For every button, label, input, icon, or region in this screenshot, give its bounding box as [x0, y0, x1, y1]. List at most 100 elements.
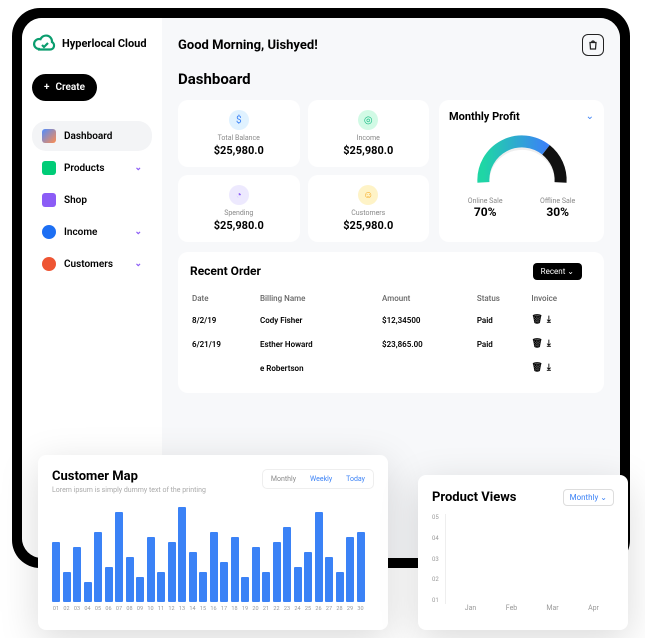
bar: [262, 572, 270, 602]
pv-xaxis: JanFebMarApr: [450, 604, 614, 612]
download-icon[interactable]: ⤓: [547, 315, 551, 325]
bar: [304, 552, 312, 602]
cloud-logo-icon: [32, 32, 56, 56]
product-views-title: Product Views: [432, 490, 516, 505]
col-date: Date: [192, 290, 258, 307]
bar: [241, 577, 249, 602]
split-value: 30%: [540, 205, 575, 219]
nav-label: Customers: [64, 259, 113, 270]
stat-spending: ◔ Spending $25,980.0: [178, 175, 300, 242]
recent-orders-card: Recent Order Recent ⌄ Date Billing Name …: [178, 252, 604, 393]
profit-title: Monthly Profit: [449, 110, 520, 123]
bar: [199, 572, 207, 602]
table-row: e Robertson🗑⤓: [192, 357, 590, 379]
greeting: Good Morning, Uishyed!: [178, 38, 318, 53]
bar: [136, 577, 144, 602]
stat-value: $25,980.0: [318, 219, 420, 232]
stat-label: Customers: [318, 209, 420, 217]
sidebar-item-customers[interactable]: Customers ⌄: [32, 249, 152, 279]
bar: [52, 542, 60, 602]
sidebar-item-shop[interactable]: Shop: [32, 185, 152, 215]
pv-yaxis: 0504030201: [432, 514, 445, 604]
nav-label: Income: [64, 227, 97, 238]
stat-label: Income: [318, 134, 420, 142]
trash-icon[interactable]: 🗑: [531, 315, 542, 325]
grid-icon: [42, 129, 56, 143]
bar: [336, 572, 344, 602]
sidebar-item-products[interactable]: Products ⌄: [32, 153, 152, 183]
target-icon: ◎: [358, 110, 378, 130]
table-row: 8/2/19Cody Fisher$12,34500Paid🗑⤓: [192, 309, 590, 331]
bar: [189, 552, 197, 602]
stat-value: $25,980.0: [188, 219, 290, 232]
col-invoice: Invoice: [531, 290, 590, 307]
profit-gauge-chart: [467, 131, 577, 191]
brand-name: Hyperlocal Cloud: [62, 38, 147, 50]
orders-filter-dropdown[interactable]: Recent ⌄: [533, 263, 582, 280]
shopping-bag-icon: [587, 39, 599, 51]
nav-label: Products: [64, 163, 104, 174]
filter-label: Monthly: [570, 493, 599, 502]
bar: [231, 537, 239, 602]
stat-label: Total Balance: [188, 134, 290, 142]
nav-label: Shop: [64, 195, 87, 206]
bar: [168, 542, 176, 602]
customer-map-title: Customer Map: [52, 469, 206, 484]
users-icon: ☺: [358, 185, 378, 205]
create-button[interactable]: + Create: [32, 74, 97, 101]
stat-total-balance: $ Total Balance $25,980.0: [178, 100, 300, 167]
stat-income: ◎ Income $25,980.0: [308, 100, 430, 167]
chevron-down-icon: ⌄: [134, 227, 142, 237]
tab-today[interactable]: Today: [340, 472, 371, 486]
bar: [315, 512, 323, 602]
table-row: 6/21/19Esther Howard$23,865.00Paid🗑⤓: [192, 333, 590, 355]
orders-table: Date Billing Name Amount Status Invoice …: [190, 288, 592, 381]
tab-weekly[interactable]: Weekly: [304, 472, 338, 486]
plus-icon: +: [44, 82, 50, 93]
cart-button[interactable]: [582, 34, 604, 56]
bar: [73, 547, 81, 602]
dollar-icon: $: [229, 110, 249, 130]
customer-map-chart: [52, 502, 374, 602]
bar: [84, 582, 92, 602]
bar: [115, 512, 123, 602]
sidebar-item-income[interactable]: Income ⌄: [32, 217, 152, 247]
col-billing: Billing Name: [260, 290, 380, 307]
customer-map-subtitle: Lorem ipsum is simply dummy text of the …: [52, 486, 206, 494]
customer-map-tabs: Monthly Weekly Today: [262, 469, 374, 489]
bar: [94, 532, 102, 602]
product-views-filter[interactable]: Monthly ⌄: [563, 489, 614, 506]
split-value: 70%: [468, 205, 503, 219]
stats-row: $ Total Balance $25,980.0 ◎ Income $25,9…: [178, 100, 604, 242]
online-sale: Online Sale 70%: [468, 197, 503, 219]
trash-icon[interactable]: 🗑: [531, 339, 542, 349]
customers-icon: [42, 257, 56, 271]
bar: [252, 547, 260, 602]
product-views-card: Product Views Monthly ⌄ 0504030201 JanFe…: [418, 475, 628, 630]
sidebar-item-dashboard[interactable]: Dashboard: [32, 121, 152, 151]
bar: [157, 572, 165, 602]
bar: [105, 567, 113, 602]
bar: [273, 542, 281, 602]
bar: [220, 562, 228, 602]
bar: [325, 557, 333, 602]
bar: [178, 507, 186, 602]
bar: [294, 567, 302, 602]
customer-map-xaxis: 0102030405060708091011121314151617181920…: [52, 606, 374, 612]
nav: Dashboard Products ⌄ Shop Income ⌄: [32, 121, 152, 279]
create-label: Create: [56, 82, 86, 93]
monthly-profit-card: Monthly Profit ⌄ Online Sale: [439, 100, 604, 242]
chevron-down-icon[interactable]: ⌄: [586, 111, 594, 122]
download-icon[interactable]: ⤓: [547, 363, 551, 373]
product-views-chart: 0504030201: [432, 514, 614, 604]
brand-logo: Hyperlocal Cloud: [32, 32, 152, 56]
bar: [357, 532, 365, 602]
customer-map-card: Customer Map Lorem ipsum is simply dummy…: [38, 455, 388, 630]
download-icon[interactable]: ⤓: [547, 339, 551, 349]
chevron-down-icon: ⌄: [134, 259, 142, 269]
bar: [147, 537, 155, 602]
clock-icon: ◔: [229, 185, 249, 205]
trash-icon[interactable]: 🗑: [531, 363, 542, 373]
tab-monthly[interactable]: Monthly: [265, 472, 302, 486]
offline-sale: Offline Sale 30%: [540, 197, 575, 219]
